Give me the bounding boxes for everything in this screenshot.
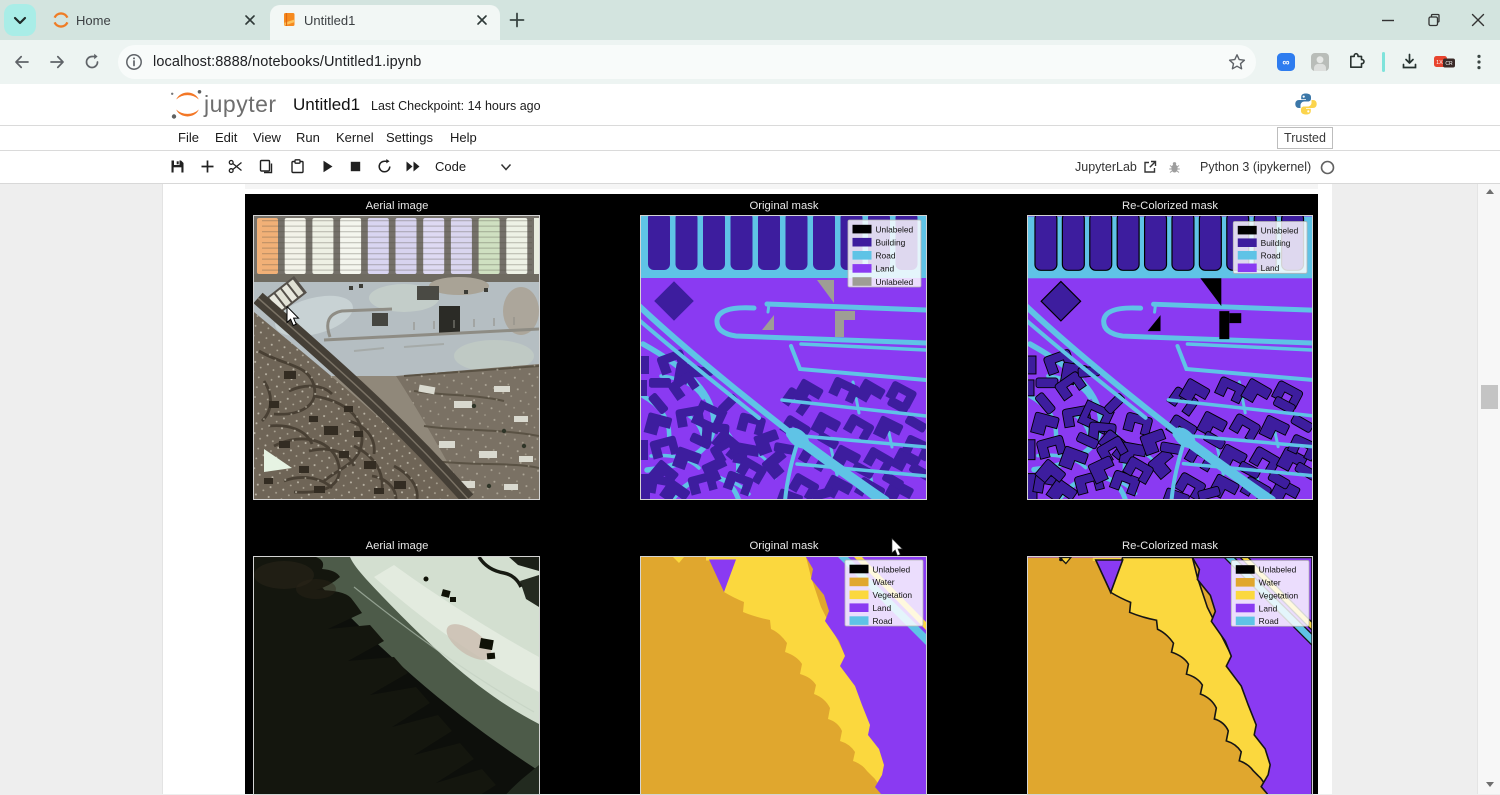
svg-text:Road: Road	[873, 616, 893, 626]
svg-text:Land: Land	[876, 264, 895, 274]
svg-text:Water: Water	[873, 577, 895, 587]
svg-text:Unlabeled: Unlabeled	[1261, 225, 1299, 235]
svg-text:Land: Land	[1259, 603, 1278, 613]
svg-text:1X: 1X	[1436, 60, 1443, 66]
svg-text:Unlabeled: Unlabeled	[873, 564, 911, 574]
svg-text:Unlabeled: Unlabeled	[876, 224, 914, 234]
svg-text:Water: Water	[1259, 578, 1281, 588]
svg-text:∞: ∞	[1282, 58, 1289, 69]
svg-text:Vegetation: Vegetation	[1259, 590, 1299, 600]
svg-text:Road: Road	[876, 251, 896, 261]
svg-text:CR: CR	[1445, 61, 1453, 67]
svg-text:Unlabeled: Unlabeled	[1259, 565, 1297, 575]
svg-text:Vegetation: Vegetation	[873, 590, 913, 600]
svg-text:Building: Building	[1261, 238, 1291, 248]
svg-text:Unlabeled: Unlabeled	[876, 277, 914, 287]
svg-text:Road: Road	[1259, 616, 1279, 626]
svg-text:Road: Road	[1261, 251, 1281, 261]
svg-text:Land: Land	[873, 603, 892, 613]
svg-text:Building: Building	[876, 238, 906, 248]
svg-text:Land: Land	[1261, 263, 1280, 273]
